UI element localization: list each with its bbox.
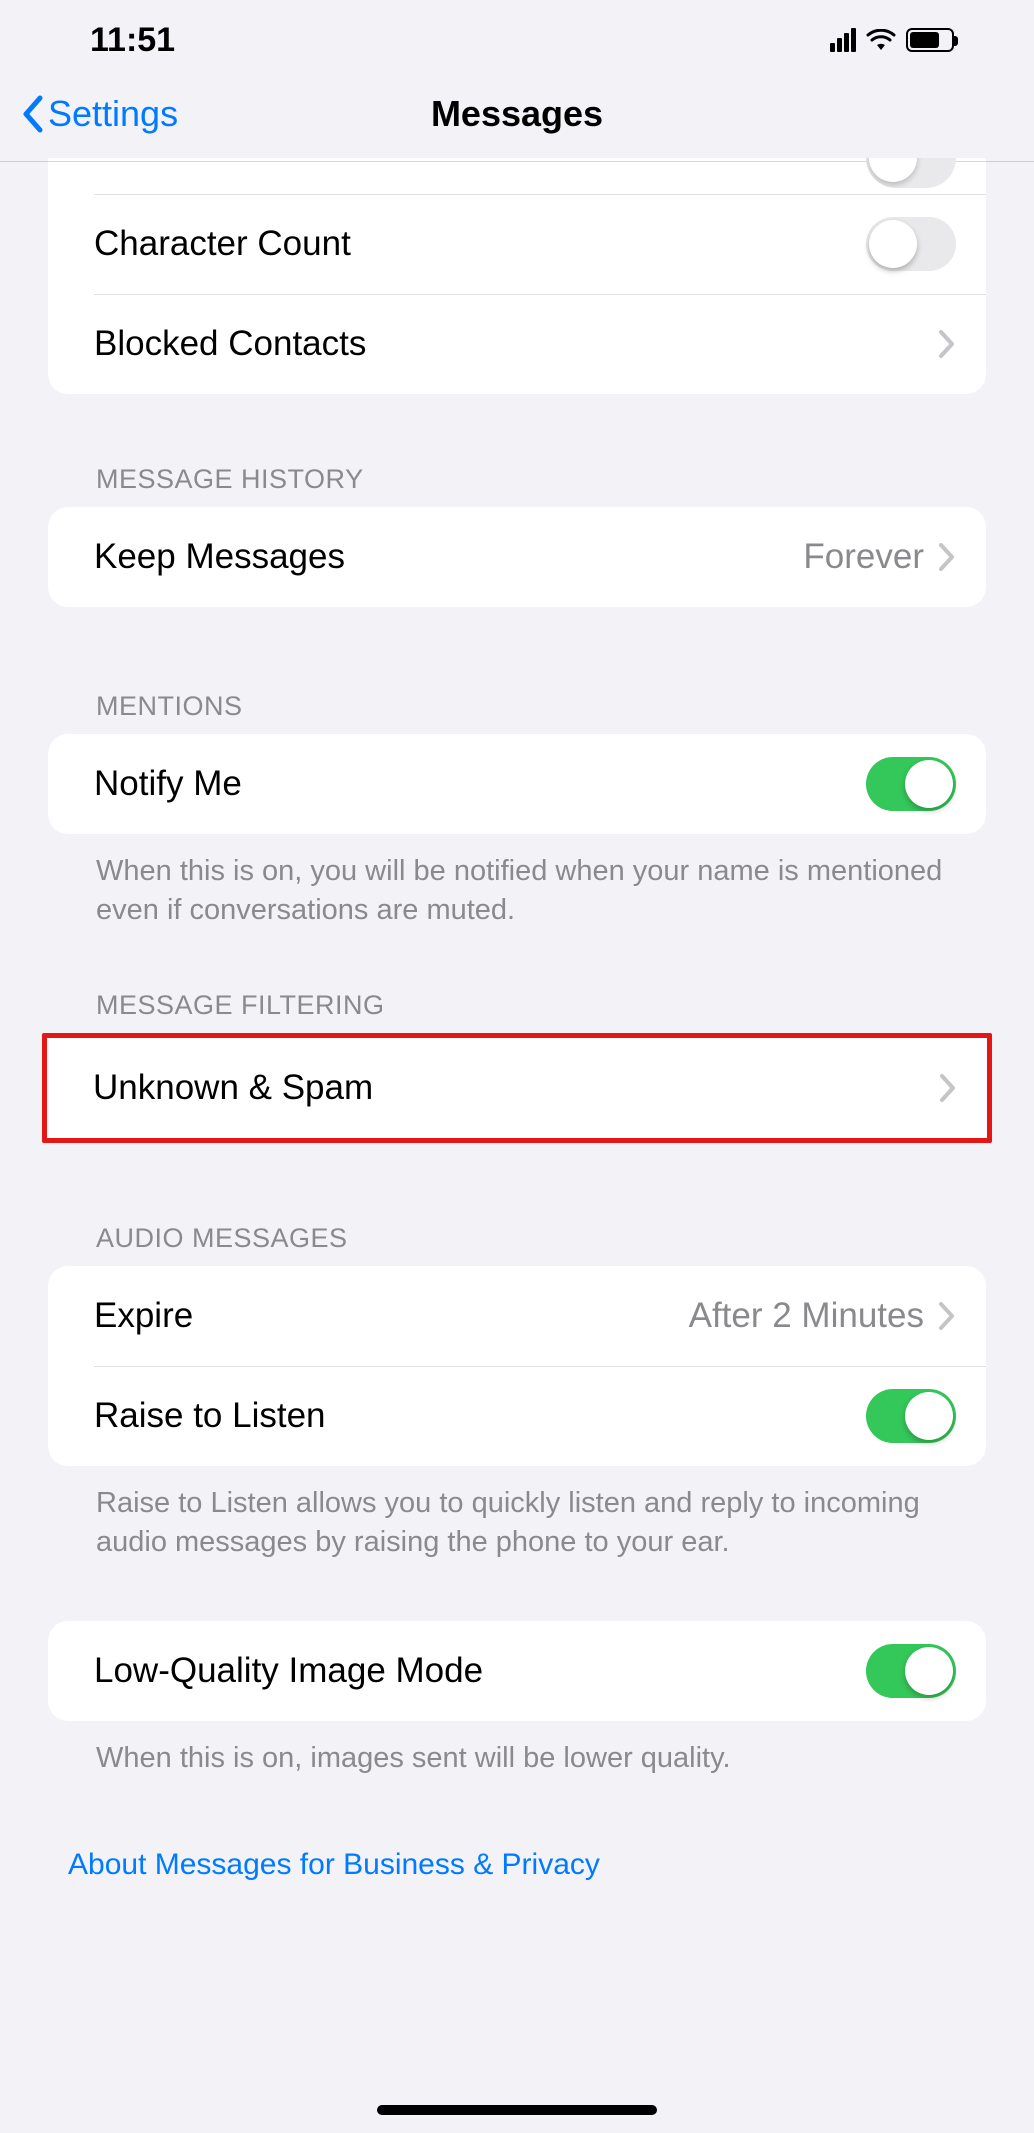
back-label: Settings <box>48 93 178 135</box>
row-unknown-spam[interactable]: Unknown & Spam <box>47 1038 987 1138</box>
back-button[interactable]: Settings <box>20 93 178 135</box>
settings-group-lowquality: Low-Quality Image Mode <box>48 1621 986 1721</box>
row-label: Keep Messages <box>94 537 803 577</box>
row-blocked-contacts[interactable]: Blocked Contacts <box>48 294 986 394</box>
row-label: Low-Quality Image Mode <box>94 1651 866 1691</box>
section-footer-raise: Raise to Listen allows you to quickly li… <box>48 1466 986 1562</box>
row-notify-me[interactable]: Notify Me <box>48 734 986 834</box>
settings-group-mentions: Notify Me <box>48 734 986 834</box>
section-header-history: MESSAGE HISTORY <box>48 464 986 507</box>
settings-group-top: Character Count Blocked Contacts <box>48 158 986 394</box>
status-time: 11:51 <box>90 21 175 60</box>
row-label: Character Count <box>94 224 866 264</box>
chevron-left-icon <box>20 95 46 133</box>
status-bar: 11:51 <box>0 0 1034 80</box>
row-label: Blocked Contacts <box>94 324 938 364</box>
nav-bar: Settings Messages <box>0 80 1034 162</box>
toggle-switch[interactable] <box>866 217 956 271</box>
cellular-icon <box>830 28 856 52</box>
row-keep-messages[interactable]: Keep Messages Forever <box>48 507 986 607</box>
section-header-audio: AUDIO MESSAGES <box>48 1223 986 1266</box>
row-label: Notify Me <box>94 764 866 804</box>
row-raise-to-listen[interactable]: Raise to Listen <box>48 1366 986 1466</box>
row-value: After 2 Minutes <box>689 1296 924 1336</box>
settings-group-audio: Expire After 2 Minutes Raise to Listen <box>48 1266 986 1466</box>
row-label: Unknown & Spam <box>93 1068 939 1108</box>
toggle-switch[interactable] <box>866 1644 956 1698</box>
settings-group-filtering: Unknown & Spam <box>47 1038 987 1138</box>
section-header-filtering: MESSAGE FILTERING <box>48 990 986 1033</box>
about-messages-link[interactable]: About Messages for Business & Privacy <box>48 1798 986 1882</box>
settings-group-history: Keep Messages Forever <box>48 507 986 607</box>
chevron-right-icon <box>938 542 956 572</box>
toggle-switch[interactable] <box>866 1389 956 1443</box>
partial-row <box>48 158 986 194</box>
row-label: Expire <box>94 1296 689 1336</box>
battery-icon <box>906 28 954 52</box>
home-indicator <box>377 2105 657 2115</box>
chevron-right-icon <box>938 329 956 359</box>
wifi-icon <box>866 29 896 51</box>
toggle-switch[interactable] <box>866 158 956 188</box>
section-footer-mentions: When this is on, you will be notified wh… <box>48 834 986 930</box>
highlight-box: Unknown & Spam <box>42 1033 992 1143</box>
chevron-right-icon <box>939 1073 957 1103</box>
chevron-right-icon <box>938 1301 956 1331</box>
section-header-mentions: MENTIONS <box>48 691 986 734</box>
row-character-count[interactable]: Character Count <box>48 194 986 294</box>
status-icons <box>830 28 1004 52</box>
toggle-switch[interactable] <box>866 757 956 811</box>
row-low-quality-image[interactable]: Low-Quality Image Mode <box>48 1621 986 1721</box>
row-value: Forever <box>803 537 924 577</box>
section-footer-lowquality: When this is on, images sent will be low… <box>48 1721 986 1778</box>
row-label: Raise to Listen <box>94 1396 866 1436</box>
row-expire[interactable]: Expire After 2 Minutes <box>48 1266 986 1366</box>
